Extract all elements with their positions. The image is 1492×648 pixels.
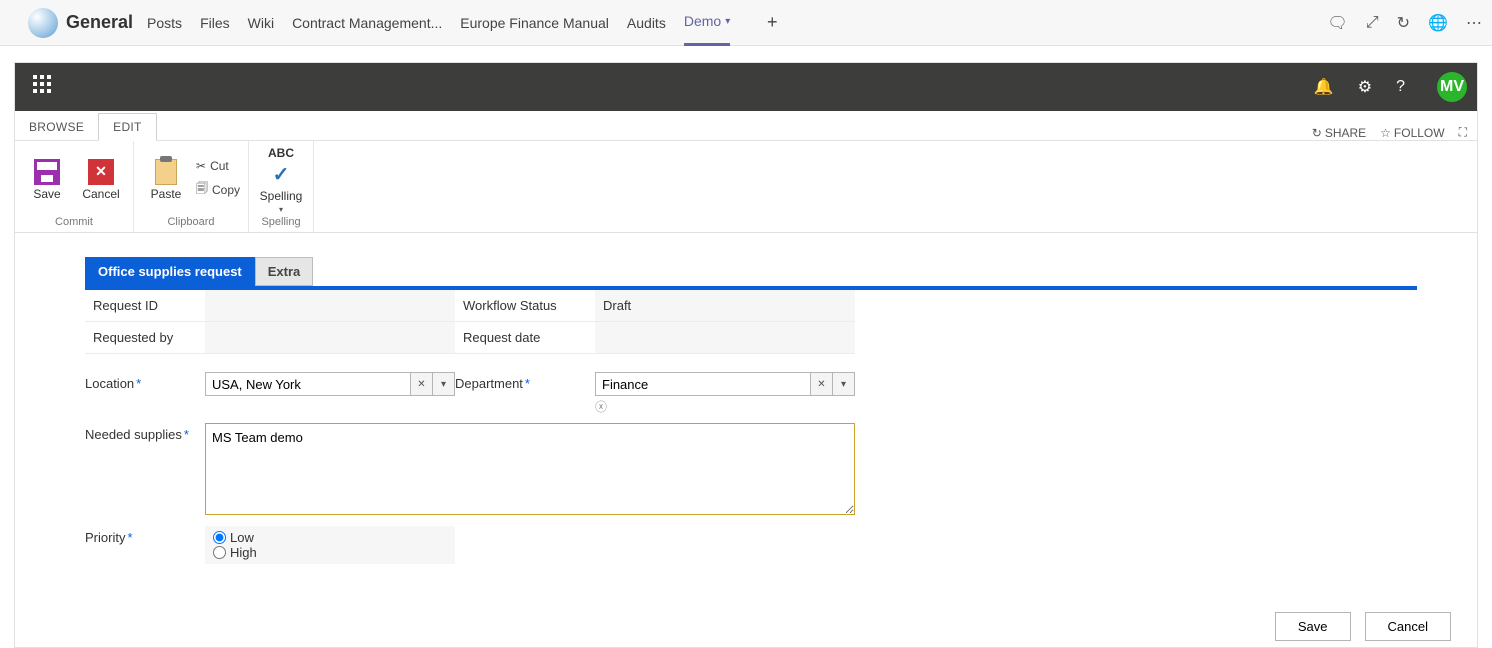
form-actions: Save Cancel xyxy=(1275,612,1451,641)
ribbon-copy-button[interactable]: 🗐Copy xyxy=(196,179,240,200)
teams-top-bar: General Posts Files Wiki Contract Manage… xyxy=(0,0,1492,46)
priority-low-radio[interactable] xyxy=(213,531,226,544)
ribbon-cut-button[interactable]: ✂Cut xyxy=(196,159,240,173)
teams-tabs: Posts Files Wiki Contract Management... … xyxy=(147,0,784,45)
location-input[interactable] xyxy=(205,372,411,396)
cancel-icon: ✕ xyxy=(88,159,114,185)
location-combo[interactable]: ✕ ▾ xyxy=(205,372,455,396)
app-launcher-icon[interactable] xyxy=(33,75,57,99)
star-icon: ☆ xyxy=(1380,126,1391,140)
ribbon-group-clipboard: Paste ✂Cut 🗐Copy Clipboard xyxy=(134,141,249,232)
chevron-down-icon[interactable]: ▾ xyxy=(833,372,855,396)
copy-icon: 🗐 xyxy=(196,179,208,200)
sp-tab-browse[interactable]: BROWSE xyxy=(15,114,98,140)
remove-tag-icon[interactable]: ⓧ xyxy=(595,398,855,415)
department-combo[interactable]: ✕ ▾ xyxy=(595,372,855,396)
team-logo-icon xyxy=(28,8,58,38)
required-marker: * xyxy=(136,376,141,391)
ribbon-spelling-button[interactable]: ABC ✓ Spelling ▾ xyxy=(257,146,305,214)
sharepoint-tabs-row: BROWSE EDIT ↻SHARE ☆FOLLOW ⛶ xyxy=(15,111,1477,141)
form-area: Office supplies request Extra Request ID… xyxy=(15,233,1477,647)
form-cancel-button[interactable]: Cancel xyxy=(1365,612,1451,641)
help-icon[interactable]: ? xyxy=(1396,78,1405,96)
chevron-down-icon: ▾ xyxy=(279,205,283,214)
ribbon-group-title: Commit xyxy=(55,214,93,230)
required-marker: * xyxy=(525,376,530,391)
follow-button[interactable]: ☆FOLLOW xyxy=(1380,126,1444,140)
tab-demo[interactable]: Demo ▾ xyxy=(684,0,730,46)
priority-high-option[interactable]: High xyxy=(213,545,447,560)
value-requested-by xyxy=(205,322,455,354)
label-priority: Priority* xyxy=(85,526,205,549)
chevron-down-icon: ▾ xyxy=(725,16,730,27)
tab-posts[interactable]: Posts xyxy=(147,0,182,46)
label-department: Department* xyxy=(455,372,595,395)
paste-icon xyxy=(155,159,177,185)
ribbon-group-spelling: ABC ✓ Spelling ▾ Spelling xyxy=(249,141,314,232)
share-icon: ↻ xyxy=(1312,126,1322,140)
ribbon-paste-button[interactable]: Paste xyxy=(142,159,190,201)
ribbon-group-commit: Save ✕ Cancel Commit xyxy=(15,141,134,232)
ribbon-group-title: Clipboard xyxy=(167,214,214,230)
focus-icon[interactable]: ⛶ xyxy=(1459,125,1467,140)
label-workflow-status: Workflow Status xyxy=(455,290,595,322)
label-requested-by: Requested by xyxy=(85,322,205,354)
ribbon: Save ✕ Cancel Commit Paste ✂Cut xyxy=(15,141,1477,233)
form-body-grid: Location* ✕ ▾ Department* ✕ ▾ ⓧ xyxy=(85,372,1417,564)
save-icon xyxy=(34,159,60,185)
required-marker: * xyxy=(184,427,189,442)
department-input[interactable] xyxy=(595,372,811,396)
globe-icon[interactable]: 🌐 xyxy=(1428,13,1448,33)
abc-icon: ABC xyxy=(268,146,294,160)
required-marker: * xyxy=(127,530,132,545)
form-tab-extra[interactable]: Extra xyxy=(255,257,314,286)
scissors-icon: ✂ xyxy=(196,159,206,173)
label-request-date: Request date xyxy=(455,322,595,354)
notifications-icon[interactable]: 🔔 xyxy=(1314,77,1334,97)
clear-icon[interactable]: ✕ xyxy=(811,372,833,396)
ribbon-cancel-button[interactable]: ✕ Cancel xyxy=(77,159,125,201)
value-request-date xyxy=(595,322,855,354)
avatar[interactable]: MV xyxy=(1437,72,1467,102)
tab-wiki[interactable]: Wiki xyxy=(248,0,274,46)
value-workflow-status: Draft xyxy=(595,290,855,322)
teams-top-actions: 🗨 ⤢ ↻ 🌐 ⋯ xyxy=(1328,13,1482,33)
form-tabs: Office supplies request Extra xyxy=(85,257,1417,286)
priority-radio-group: Low High xyxy=(205,526,455,564)
label-location: Location* xyxy=(85,372,205,395)
more-icon[interactable]: ⋯ xyxy=(1466,13,1482,33)
clear-icon[interactable]: ✕ xyxy=(411,372,433,396)
reload-icon[interactable]: ↻ xyxy=(1397,13,1410,33)
form-header-grid: Request ID Workflow Status Draft Request… xyxy=(85,290,1417,354)
chevron-down-icon[interactable]: ▾ xyxy=(433,372,455,396)
needed-supplies-textarea[interactable] xyxy=(205,423,855,515)
suite-bar: 🔔 ⚙ ? MV xyxy=(15,63,1477,111)
tab-audits[interactable]: Audits xyxy=(627,0,666,46)
priority-low-option[interactable]: Low xyxy=(213,530,447,545)
settings-icon[interactable]: ⚙ xyxy=(1358,77,1372,97)
priority-high-radio[interactable] xyxy=(213,546,226,559)
share-button[interactable]: ↻SHARE xyxy=(1312,126,1366,140)
embedded-sharepoint-frame: 🔔 ⚙ ? MV BROWSE EDIT ↻SHARE ☆FOLLOW ⛶ xyxy=(14,62,1478,648)
value-request-id xyxy=(205,290,455,322)
ribbon-save-button[interactable]: Save xyxy=(23,159,71,201)
tab-files[interactable]: Files xyxy=(200,0,230,46)
label-request-id: Request ID xyxy=(85,290,205,322)
form-tab-main[interactable]: Office supplies request xyxy=(85,257,255,286)
add-tab-button[interactable]: + xyxy=(760,12,784,33)
form-save-button[interactable]: Save xyxy=(1275,612,1351,641)
tab-demo-label: Demo xyxy=(684,13,721,29)
expand-icon[interactable]: ⤢ xyxy=(1366,14,1379,32)
check-icon: ✓ xyxy=(273,162,290,187)
label-needed-supplies: Needed supplies* xyxy=(85,423,205,446)
channel-name: General xyxy=(66,12,133,33)
conversation-icon[interactable]: 🗨 xyxy=(1328,13,1348,33)
tab-europe-finance-manual[interactable]: Europe Finance Manual xyxy=(460,0,609,46)
tab-contract-management[interactable]: Contract Management... xyxy=(292,0,442,46)
ribbon-group-title: Spelling xyxy=(261,214,300,230)
sp-tab-edit[interactable]: EDIT xyxy=(98,113,157,141)
